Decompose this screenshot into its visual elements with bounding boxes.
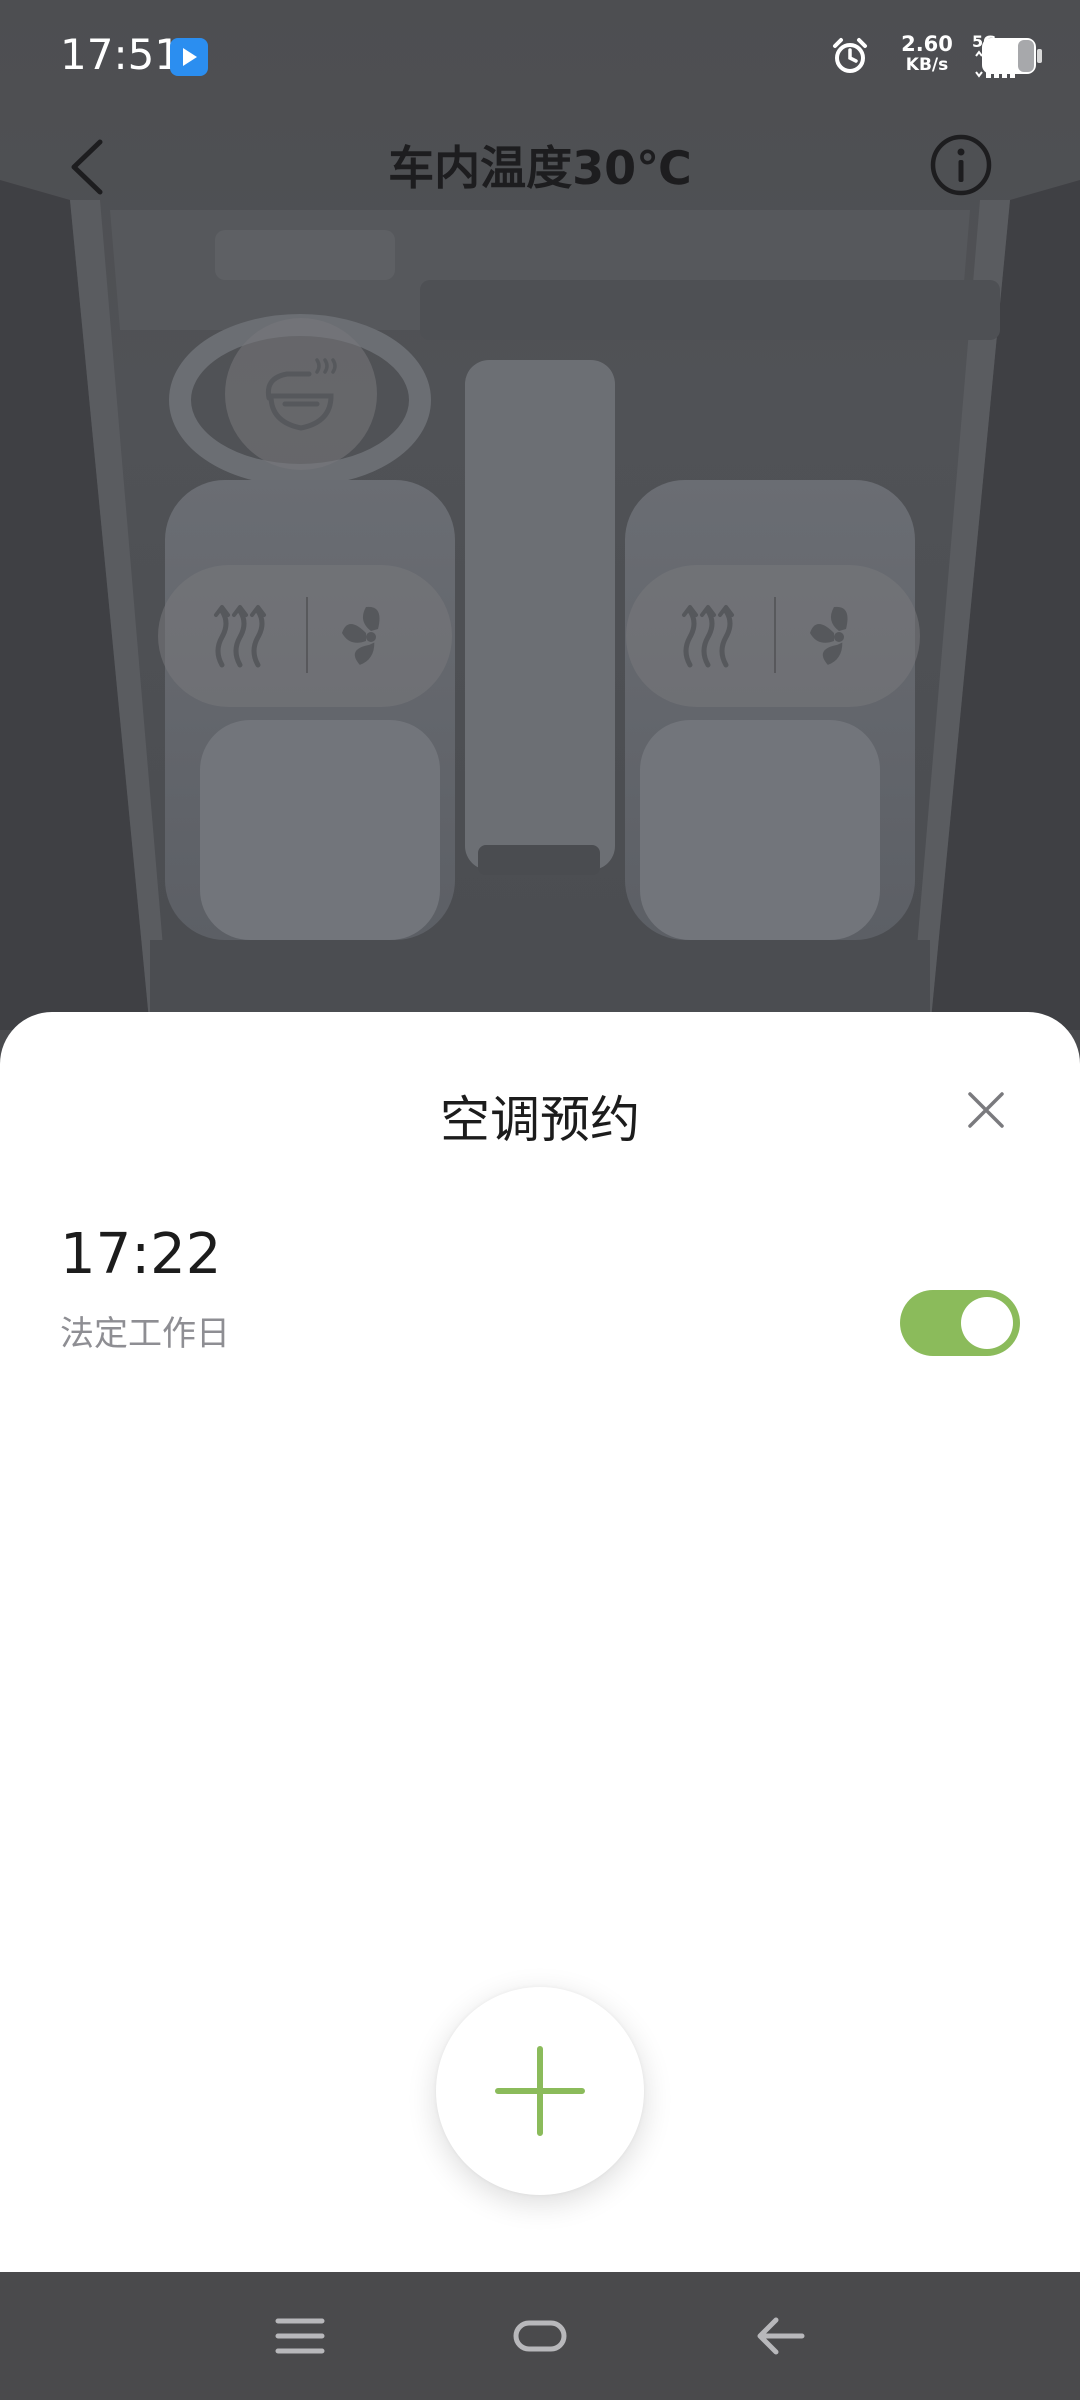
- close-icon: [968, 1092, 1004, 1128]
- schedule-time: 17:22: [60, 1222, 222, 1287]
- info-icon: [930, 134, 992, 196]
- sheet-title: 空调预约: [440, 1091, 640, 1149]
- seat-vent-fan-icon: [810, 606, 848, 665]
- right-seat-vent-button[interactable]: [804, 601, 874, 675]
- schedule-toggle[interactable]: [900, 1290, 1020, 1356]
- home-icon: [513, 2320, 567, 2352]
- left-seat-heat-button[interactable]: [208, 601, 278, 675]
- steering-wheel-heat-icon: [265, 358, 337, 431]
- seat-heat-icon: [214, 605, 266, 668]
- seat-controls-divider: [306, 597, 308, 673]
- seat-heat-icon: [682, 605, 734, 668]
- seat-controls-divider: [774, 597, 776, 673]
- steering-wheel-heat-button[interactable]: [225, 318, 377, 470]
- plus-icon: [495, 2046, 585, 2136]
- alarm-icon: [833, 38, 867, 73]
- left-seat-controls: [158, 565, 452, 707]
- nav-back-button[interactable]: [750, 2306, 810, 2366]
- system-nav-bar: [0, 2272, 1080, 2400]
- back-arrow-icon: [757, 2317, 805, 2355]
- right-seat-heat-button[interactable]: [676, 601, 746, 675]
- add-schedule-button[interactable]: [436, 1987, 644, 2195]
- ac-schedule-sheet: 空调预约 17:22 法定工作日: [0, 1012, 1080, 2272]
- schedule-item[interactable]: 17:22 法定工作日: [0, 1222, 1080, 1402]
- app-notification-icon: [170, 38, 208, 76]
- menu-icon: [275, 2318, 325, 2354]
- net-speed-value: 2.60: [901, 32, 953, 56]
- toggle-knob: [961, 1297, 1013, 1349]
- battery-icon: [982, 38, 1042, 74]
- close-button[interactable]: [960, 1084, 1012, 1136]
- status-time: 17:51: [60, 30, 182, 79]
- right-seat-controls: [626, 565, 920, 707]
- schedule-repeat: 法定工作日: [60, 1314, 230, 1354]
- app-header: 车内温度30℃: [0, 110, 1080, 220]
- nav-home-button[interactable]: [510, 2306, 570, 2366]
- info-button[interactable]: [928, 132, 994, 198]
- status-bar: 17:51 2.60 KB/s 5G: [0, 0, 1080, 110]
- page-title: 车内温度30℃: [388, 141, 692, 195]
- net-speed-unit: KB/s: [905, 55, 949, 75]
- net-speed: 2.60 KB/s: [892, 34, 962, 74]
- nav-menu-button[interactable]: [270, 2306, 330, 2366]
- seat-vent-fan-icon: [342, 606, 380, 665]
- left-seat-vent-button[interactable]: [336, 601, 406, 675]
